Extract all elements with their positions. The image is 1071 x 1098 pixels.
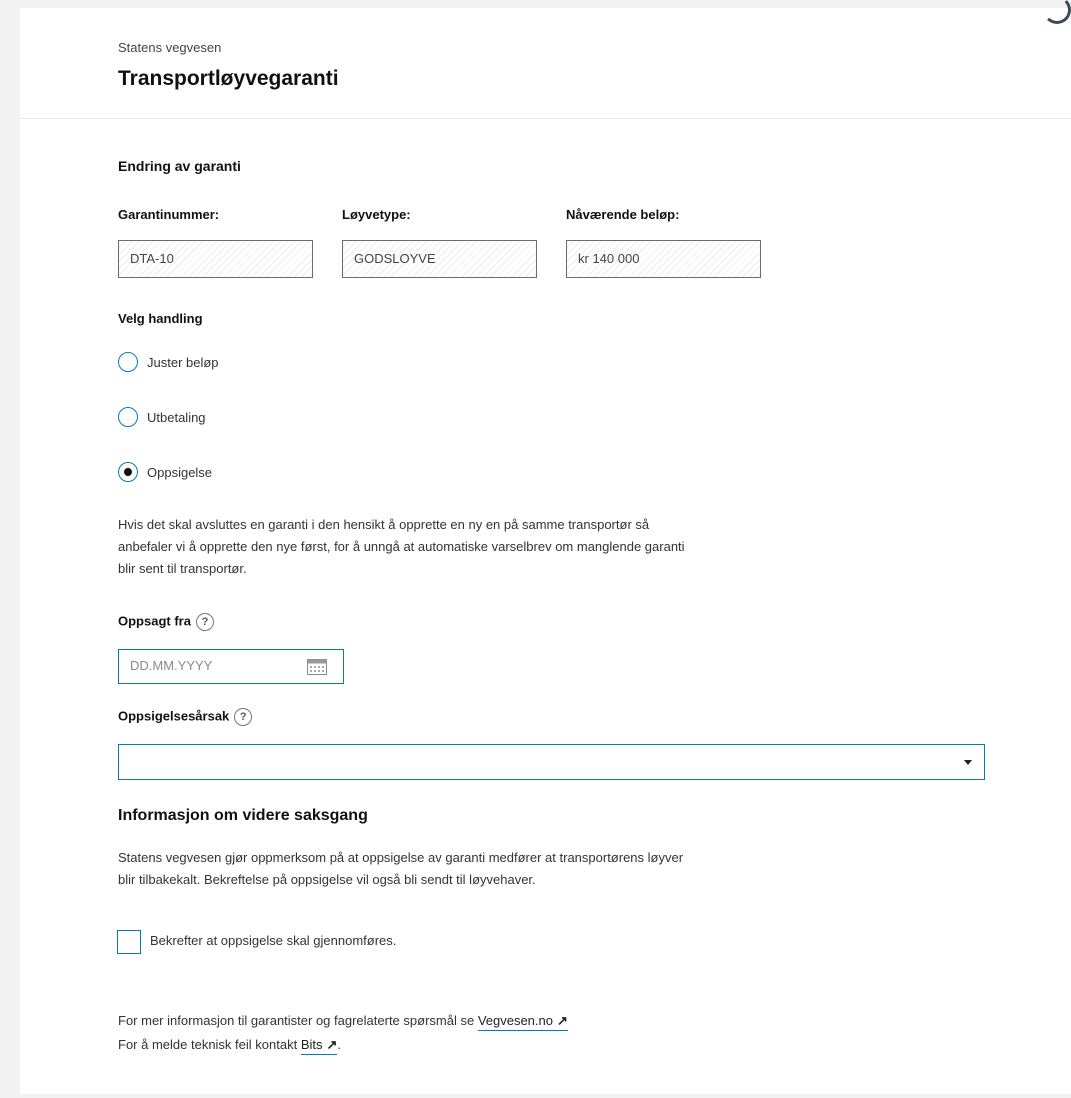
action-label: Velg handling	[118, 311, 203, 326]
radio-button-selected[interactable]	[118, 462, 138, 482]
main-card: Statens vegvesen Transportløyvegaranti E…	[20, 0, 1071, 1094]
info-text: Statens vegvesen gjør oppmerksom på at o…	[118, 847, 878, 891]
footer-support-line: For å melde teknisk feil kontakt Bits ↗.	[118, 1037, 342, 1055]
page-title: Transportløyvegaranti	[118, 67, 339, 90]
date-input[interactable]	[119, 650, 310, 681]
reason-select[interactable]	[118, 744, 985, 780]
vegvesen-link-label: Vegvesen.no	[477, 1013, 553, 1028]
radio-label: Juster beløp	[147, 354, 219, 370]
info-line: blir tilbakekalt. Bekreftelse på oppsige…	[118, 872, 536, 887]
reason-field-label: Oppsigelsesårsak	[118, 708, 230, 724]
section-heading: Endring av garanti	[118, 158, 241, 174]
guarantee-number-field: DTA-10	[118, 240, 313, 278]
radio-label: Oppsigelse	[147, 464, 213, 480]
footer-period: .	[337, 1037, 342, 1052]
footer-info-line: For mer informasjon til garantister og f…	[118, 1013, 568, 1031]
date-field-label: Oppsagt fra	[118, 613, 191, 629]
current-amount-label: Nåværende beløp:	[566, 207, 680, 222]
info-line: Statens vegvesen gjør oppmerksom på at o…	[118, 850, 684, 865]
external-link-icon: ↗	[326, 1037, 338, 1052]
help-icon[interactable]: ?	[195, 613, 214, 631]
notice-text: Hvis det skal avsluttes en garanti i den…	[118, 514, 878, 580]
confirm-checkbox[interactable]	[117, 930, 141, 954]
bits-link[interactable]: Bits ↗	[300, 1037, 338, 1055]
date-field-label-row: Oppsagt fra?	[118, 613, 214, 631]
radio-adjust-amount[interactable]: Juster beløp	[118, 352, 219, 372]
footer-text: For å melde teknisk feil kontakt	[118, 1037, 301, 1052]
caret-down-icon[interactable]	[964, 760, 972, 765]
reason-field-label-row: Oppsigelsesårsak?	[118, 708, 253, 726]
current-amount-field: kr 140 000	[566, 240, 761, 278]
license-type-label: Løyvetype:	[342, 207, 411, 222]
radio-button[interactable]	[118, 352, 138, 372]
date-input-wrapper	[118, 649, 344, 684]
bits-link-label: Bits	[300, 1037, 323, 1052]
license-type-field: GODSLOYVE	[342, 240, 537, 278]
radio-termination[interactable]: Oppsigelse	[118, 462, 212, 482]
user-menu-icon[interactable]	[1043, 0, 1071, 24]
confirm-label[interactable]: Bekrefter at oppsigelse skal gjennomføre…	[150, 933, 396, 948]
info-heading: Informasjon om videre saksgang	[118, 807, 368, 824]
notice-line: blir sent til transportør.	[118, 561, 247, 576]
calendar-icon[interactable]	[307, 659, 327, 675]
radio-label: Utbetaling	[147, 409, 206, 425]
help-icon[interactable]: ?	[234, 708, 253, 726]
radio-payout[interactable]: Utbetaling	[118, 407, 206, 427]
radio-dot	[124, 468, 132, 476]
notice-line: anbefaler vi å opprette den nye først, f…	[118, 539, 685, 554]
page-header: Statens vegvesen Transportløyvegaranti	[20, 0, 1071, 119]
organization-name: Statens vegvesen	[118, 40, 222, 55]
external-link-icon: ↗	[557, 1013, 568, 1028]
guarantee-number-label: Garantinummer:	[118, 207, 220, 222]
footer-text: For mer informasjon til garantister og f…	[118, 1013, 478, 1028]
vegvesen-link[interactable]: Vegvesen.no ↗	[477, 1013, 568, 1031]
radio-button[interactable]	[118, 407, 138, 427]
notice-line: Hvis det skal avsluttes en garanti i den…	[118, 517, 650, 532]
